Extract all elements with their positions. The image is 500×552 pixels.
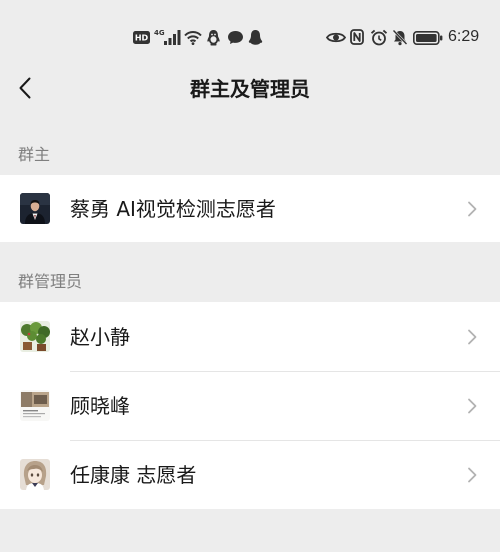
hd-label: HD bbox=[135, 34, 149, 43]
nfc-icon bbox=[350, 29, 364, 45]
network-label: 4G bbox=[154, 29, 165, 37]
wifi-icon bbox=[184, 30, 202, 45]
chevron-right-icon bbox=[467, 329, 477, 345]
battery-icon bbox=[413, 31, 443, 45]
member-name: 任康康 志愿者 bbox=[70, 462, 197, 487]
status-time: 6:29 bbox=[448, 28, 480, 45]
back-arrow-icon bbox=[19, 77, 31, 99]
avatar bbox=[20, 390, 50, 421]
avatar bbox=[20, 459, 50, 490]
avatar bbox=[20, 193, 50, 224]
back-button[interactable] bbox=[10, 72, 40, 104]
eye-icon bbox=[325, 31, 347, 44]
status-bar: HD 4G 6:29 bbox=[0, 0, 500, 62]
chevron-right-icon bbox=[467, 467, 477, 483]
admin-row[interactable]: 赵小静 bbox=[0, 302, 500, 371]
qq-notification-icon bbox=[248, 29, 263, 46]
chevron-right-icon bbox=[467, 201, 477, 217]
admin-row[interactable]: 顾晓峰 bbox=[0, 371, 500, 440]
qq-icon bbox=[206, 29, 221, 46]
section-label-admins: 群管理员 bbox=[18, 272, 83, 291]
alarm-icon bbox=[370, 29, 388, 46]
page-title: 群主及管理员 bbox=[190, 77, 310, 101]
chevron-right-icon bbox=[467, 398, 477, 414]
hd-icon: HD bbox=[133, 31, 150, 44]
bell-off-icon bbox=[392, 29, 408, 46]
chat-bubble-icon bbox=[227, 30, 244, 45]
section-label-owner: 群主 bbox=[18, 145, 51, 164]
signal-4g-icon: 4G bbox=[154, 28, 182, 46]
nav-bar: 群主及管理员 bbox=[0, 62, 500, 118]
section-admins: 赵小静 顾晓峰 任康康 志愿者 bbox=[0, 302, 500, 509]
avatar bbox=[20, 321, 50, 352]
section-owner: 蔡勇 AI视觉检测志愿者 bbox=[0, 175, 500, 242]
member-name: 蔡勇 AI视觉检测志愿者 bbox=[70, 196, 276, 221]
member-name: 顾晓峰 bbox=[70, 393, 130, 418]
owner-row[interactable]: 蔡勇 AI视觉检测志愿者 bbox=[0, 175, 500, 242]
admin-row[interactable]: 任康康 志愿者 bbox=[0, 440, 500, 509]
member-name: 赵小静 bbox=[70, 324, 130, 349]
